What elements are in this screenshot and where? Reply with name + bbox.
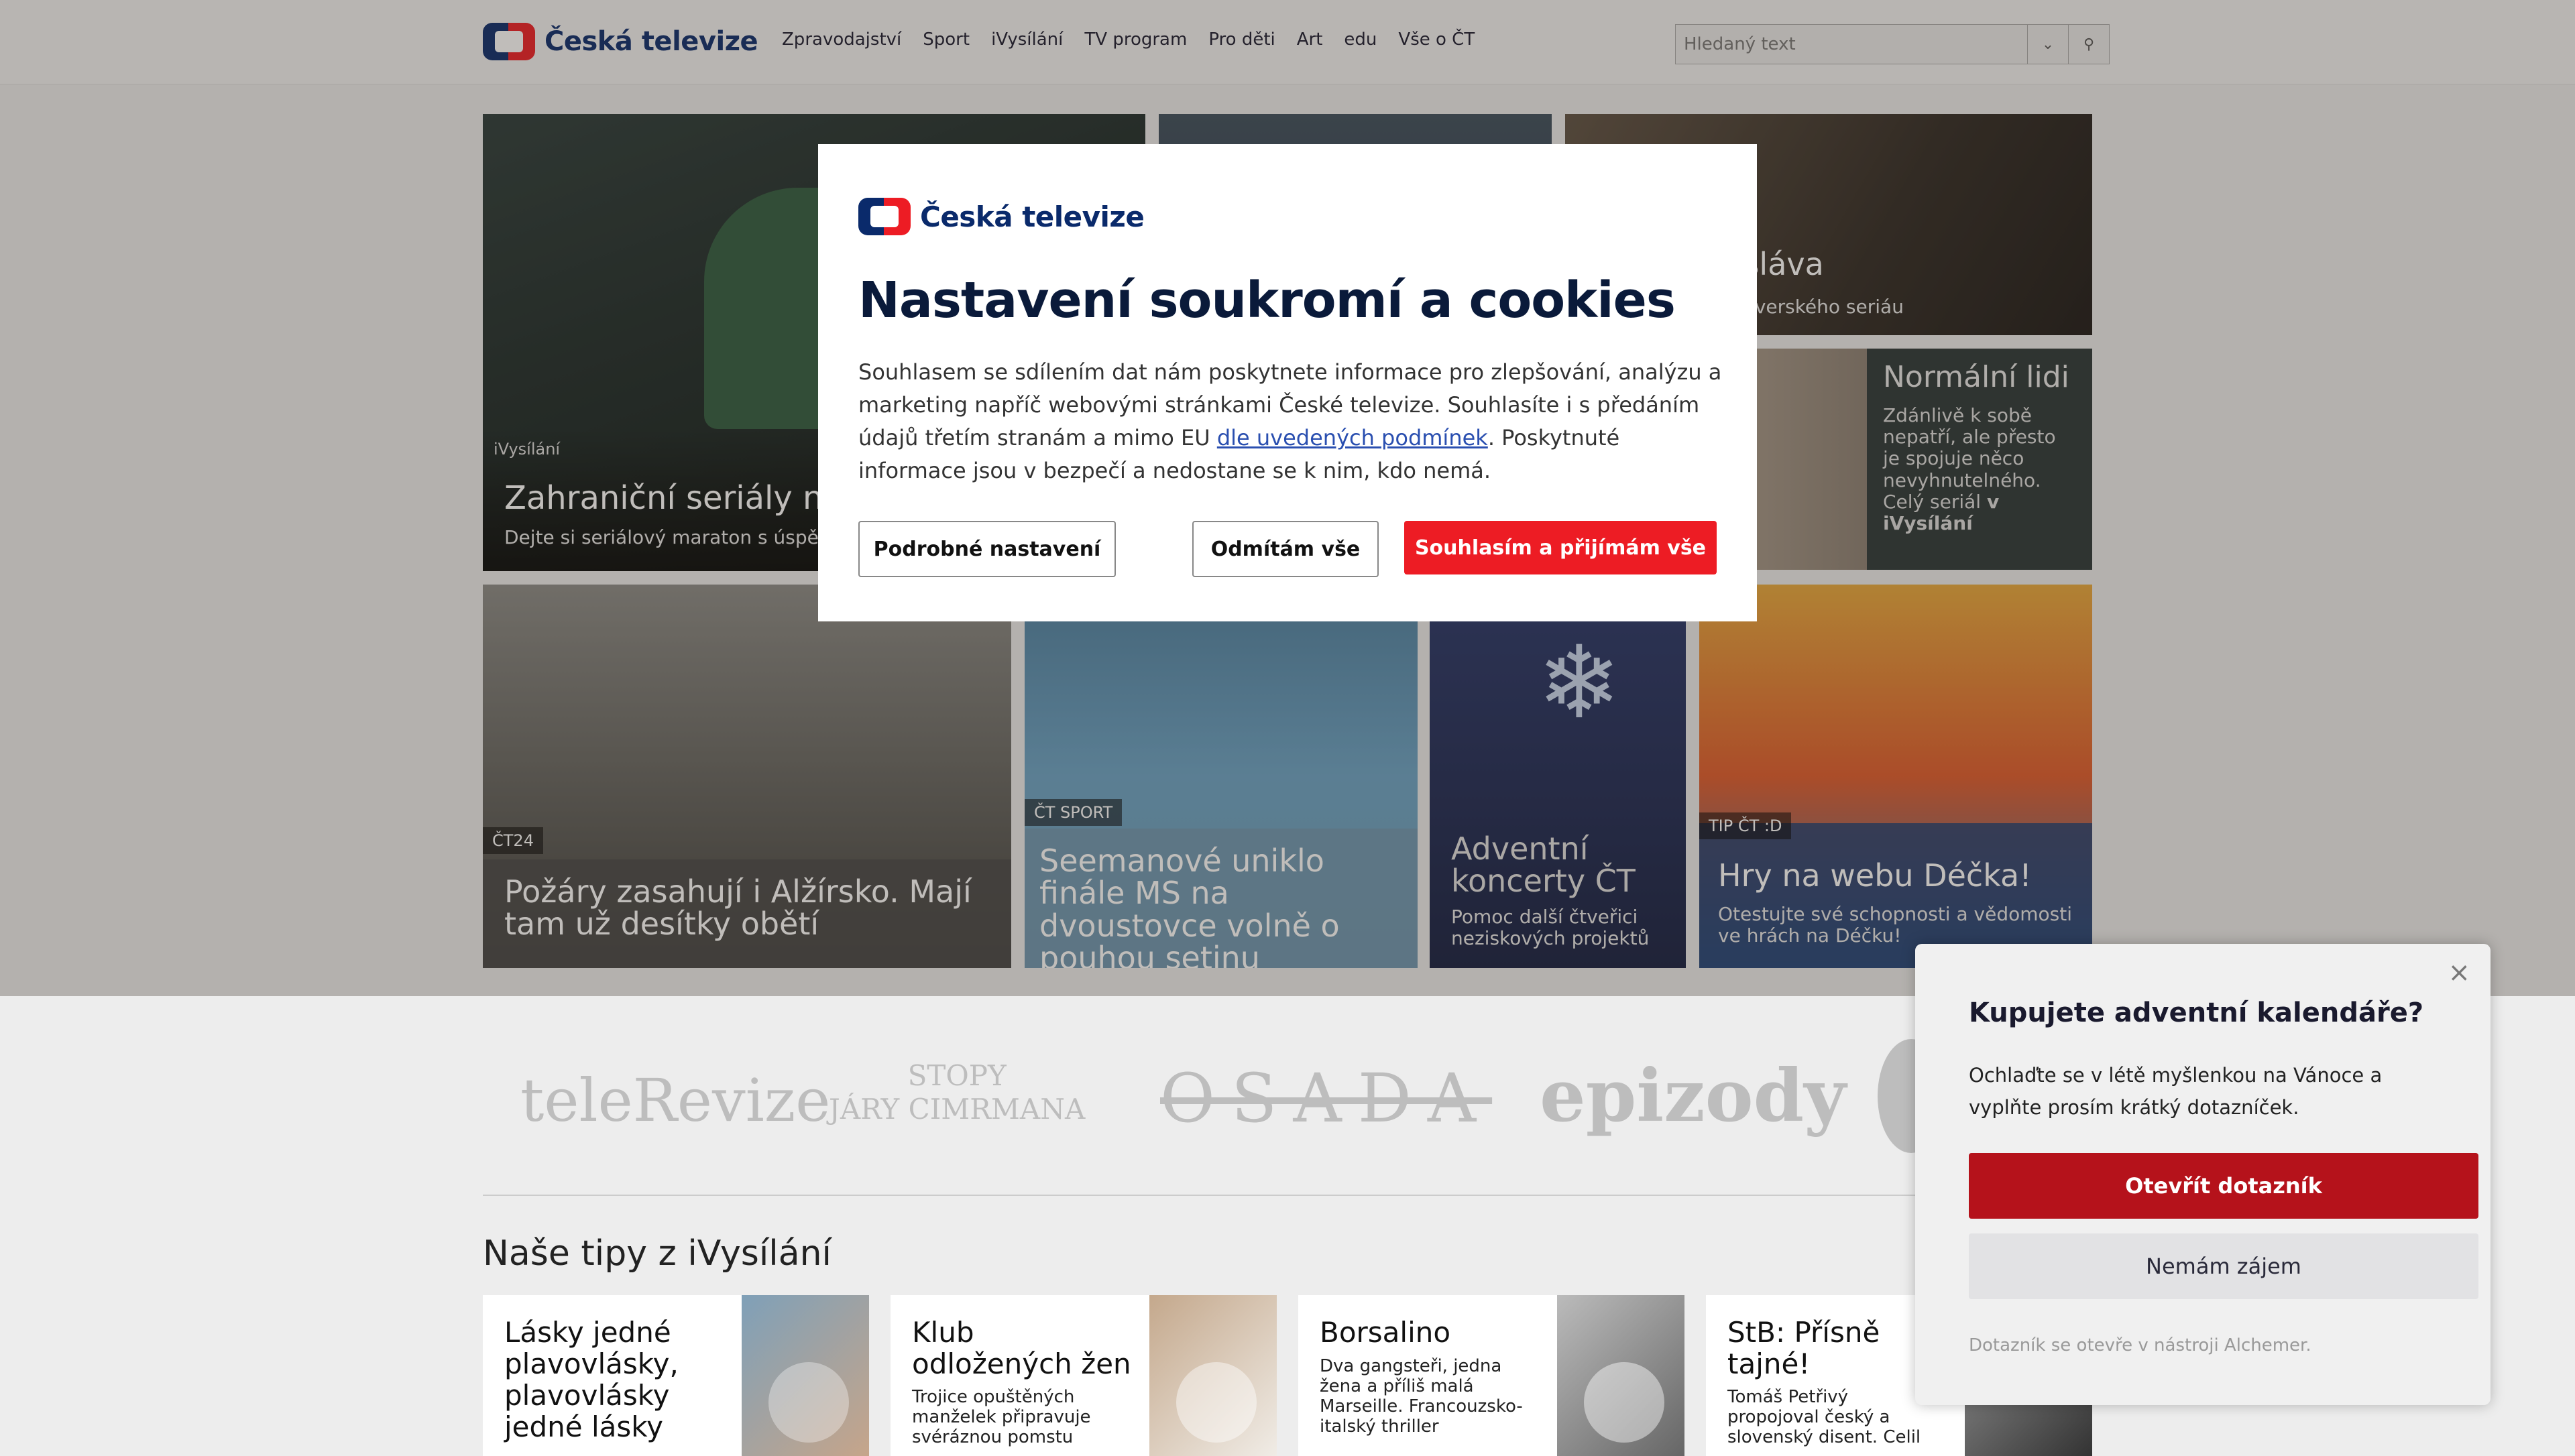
not-interested-button[interactable]: Nemám zájem [1969, 1233, 2478, 1299]
tip-card-subtitle: Tomáš Petřivý propojoval český a slovens… [1727, 1387, 1921, 1447]
tip-card-title: Lásky jedné plavovlásky, plavovlásky jed… [504, 1316, 679, 1444]
reject-all-button[interactable]: Odmítám vše [1192, 521, 1379, 577]
tip-card-subtitle: Trojice opuštěných manželek připravuje s… [912, 1387, 1091, 1447]
accept-all-button[interactable]: Souhlasím a přijímám vše [1404, 521, 1717, 574]
ct-logo-icon [858, 198, 911, 235]
survey-title: Kupujete adventní kalendáře? [1969, 997, 2424, 1028]
close-icon[interactable]: × [2448, 957, 2470, 988]
survey-popup: × Kupujete adventní kalendáře? Ochlaďte … [1915, 944, 2491, 1405]
play-icon [768, 1362, 849, 1443]
modal-text: Souhlasem se sdílením dat nám poskytnete… [858, 356, 1723, 487]
brand-stopy-jary-cimrmana[interactable]: STOPY JÁRY CIMRMANA [829, 1059, 1085, 1126]
tip-card[interactable]: Lásky jedné plavovlásky, plavovlásky jed… [483, 1295, 869, 1456]
brand-line-1: STOPY [907, 1059, 1007, 1092]
modal-logo: Česká televize [858, 198, 1145, 235]
tip-card-title: Borsalino [1320, 1316, 1451, 1349]
survey-footer: Dotazník se otevře v nástroji Alchemer. [1969, 1335, 2311, 1355]
play-icon [1176, 1362, 1257, 1443]
modal-title: Nastavení soukromí a cookies [858, 271, 1676, 329]
cookie-consent-dialog: Česká televize Nastavení soukromí a cook… [818, 144, 1757, 621]
tip-card[interactable]: Borsalino Dva gangsteři, jedna žena a př… [1298, 1295, 1684, 1456]
brand-osada[interactable]: OSADA [1160, 1059, 1492, 1138]
play-icon [1584, 1362, 1664, 1443]
brand-epizody[interactable]: epizody [1540, 1054, 1846, 1138]
tip-card-title: StB: Přísně tajné! [1727, 1316, 1880, 1381]
tip-card-title: Klub odložených žen [912, 1316, 1131, 1381]
tip-card[interactable]: Klub odložených žen Trojice opuštěných m… [891, 1295, 1277, 1456]
tip-card-subtitle: Dva gangsteři, jedna žena a příliš malá … [1320, 1356, 1523, 1437]
survey-text: Ochlaďte se v létě myšlenkou na Vánoce a… [1969, 1064, 2383, 1119]
brand-line-2: JÁRY CIMRMANA [829, 1093, 1086, 1126]
detailed-settings-button[interactable]: Podrobné nastavení [858, 521, 1116, 577]
brand-telerevize[interactable]: teleRevize [520, 1066, 830, 1135]
divider [483, 1195, 2092, 1196]
tips-heading: Naše tipy z iVysílání [483, 1233, 832, 1274]
conditions-link[interactable]: dle uvedených podmínek [1217, 425, 1488, 450]
open-survey-button[interactable]: Otevřít dotazník [1969, 1153, 2478, 1219]
brand-name: Česká televize [920, 200, 1145, 233]
